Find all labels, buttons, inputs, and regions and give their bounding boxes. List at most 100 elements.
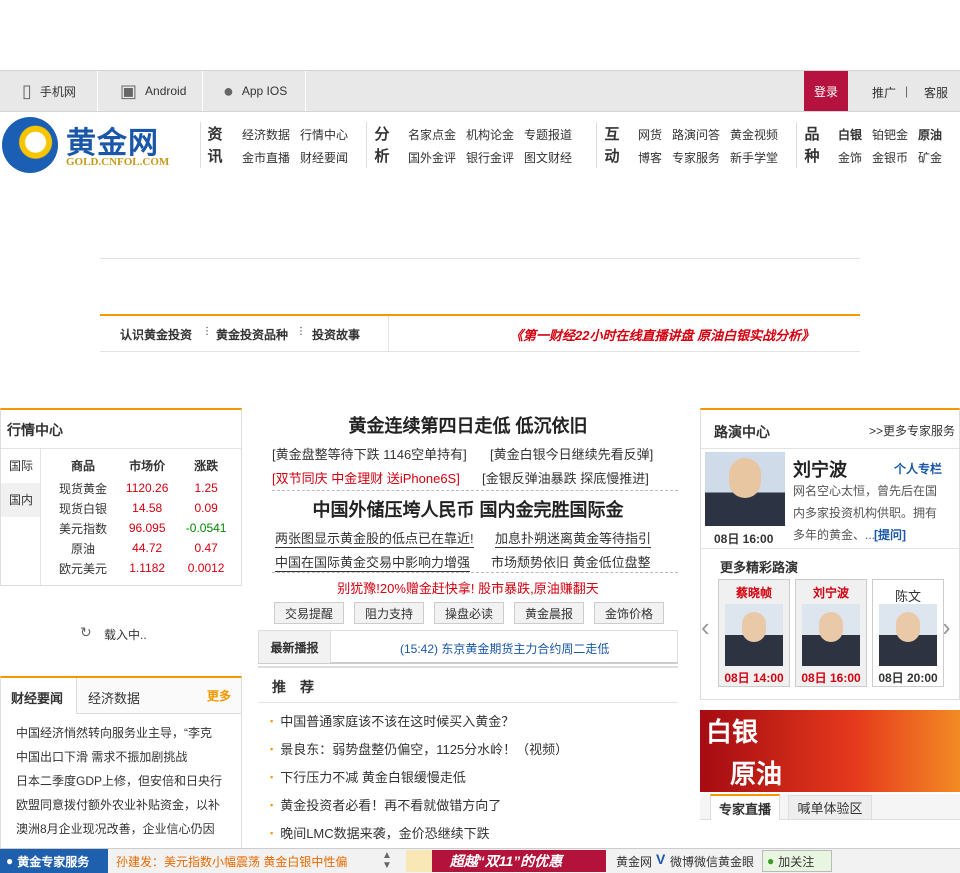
roadshow-card[interactable]: 陈文 08日 20:00 xyxy=(872,579,944,687)
news-link[interactable]: 加息扑朔迷离黄金等待指引 xyxy=(495,528,652,548)
tab-expert-live[interactable]: 专家直播 xyxy=(710,794,780,820)
recommend-item[interactable]: 晚间LMC数据来袭，金价恐继续下跌 xyxy=(270,823,489,842)
nav-link-crude[interactable]: 原油 xyxy=(918,126,942,143)
expert-photo[interactable] xyxy=(705,452,785,526)
ios-app-link[interactable]: ● App IOS xyxy=(203,71,306,111)
headline-secondary[interactable]: 中国外储压垮人民币 国内金完胜国际金 xyxy=(258,496,678,522)
card-time: 08日 20:00 xyxy=(878,671,938,685)
subnav-learn-gold[interactable]: 认识黄金投资 xyxy=(120,326,192,343)
trading-must-read-button[interactable]: 操盘必读 xyxy=(434,602,504,624)
resistance-support-button[interactable]: 阻力支持 xyxy=(354,602,424,624)
weibo-link[interactable]: 微博微信黄金眼 xyxy=(670,853,754,870)
nav-link-silver[interactable]: 白银 xyxy=(838,126,862,143)
login-button[interactable]: 登录 xyxy=(804,71,848,111)
news-link[interactable]: 两张图显示黄金股的低点已在靠近! xyxy=(275,528,474,548)
nav-link-expert-gold[interactable]: 名家点金 xyxy=(408,126,456,143)
headline-primary[interactable]: 黄金连续第四日走低 低沉依旧 xyxy=(258,412,678,438)
nav-link-mine-gold[interactable]: 矿金 xyxy=(918,149,942,166)
more-expert-link[interactable]: >>更多专家服务 xyxy=(869,422,955,439)
nav-link-econ-data[interactable]: 经济数据 xyxy=(242,126,290,143)
tab-finance-news[interactable]: 财经要闻 xyxy=(1,678,77,714)
expert-name[interactable]: 刘宁波 xyxy=(793,456,847,482)
promo-link[interactable]: 别犹豫!20%赠金赶快拿! 股市暴跌,原油赚翻天 xyxy=(258,578,678,597)
headline-sub-link[interactable]: [金银反弹油暴跌 探底慢推进] xyxy=(482,468,649,487)
nav-link-roadshow-qa[interactable]: 路演问答 xyxy=(672,126,720,143)
trade-alert-button[interactable]: 交易提醒 xyxy=(274,602,344,624)
silver-crude-banner[interactable]: 白银 原油 xyxy=(700,710,960,792)
news-item[interactable]: 澳洲8月企业现况改善，企业信心仍因 xyxy=(16,820,215,837)
news-item[interactable]: 欧盟同意拨付额外农业补贴资金，以补 xyxy=(16,796,220,813)
logo-icon[interactable] xyxy=(2,117,58,173)
promo-link[interactable]: 推广 xyxy=(872,84,896,101)
nav-link-foreign-review[interactable]: 国外金评 xyxy=(408,149,456,166)
nav-link-topics[interactable]: 专题报道 xyxy=(524,126,572,143)
banner-text-silver: 白银 xyxy=(706,718,759,747)
nav-link-gold-video[interactable]: 黄金视频 xyxy=(730,126,778,143)
customer-service-link[interactable]: 客服 xyxy=(924,84,948,101)
subnav-stories[interactable]: 投资故事 xyxy=(312,326,360,343)
nav-link-platinum[interactable]: 铂钯金 xyxy=(872,126,908,143)
news-link[interactable]: 中国在国际黄金交易中影响力增强 xyxy=(275,552,471,572)
expert-service-button[interactable]: ● 黄金专家服务 xyxy=(0,849,108,873)
jewelry-price-button[interactable]: 金饰价格 xyxy=(594,602,664,624)
headline-sub-link[interactable]: [黄金白银今日继续先看反弹] xyxy=(490,444,653,463)
personal-column-link[interactable]: 个人专栏 xyxy=(894,460,942,477)
nav-link-institution[interactable]: 机构论金 xyxy=(466,126,514,143)
table-row[interactable]: 现货黄金 1120.26 1.25 xyxy=(49,478,235,498)
follow-button[interactable]: ● 加关注 xyxy=(762,850,832,872)
nav-link-blog[interactable]: 博客 xyxy=(638,149,662,166)
table-row[interactable]: 欧元美元 1.1182 0.0012 xyxy=(49,558,235,578)
news-item[interactable]: 中国出口下滑 需求不振加剧挑战 xyxy=(16,748,187,765)
expert-intro: 内多家投资机构供职。拥有 xyxy=(793,506,938,520)
recommend-title: 推 荐 xyxy=(272,679,314,695)
mobile-site-link[interactable]: ▯ 手机网 xyxy=(0,71,98,111)
latest-news-link[interactable]: (15:42) 东京黄金期货主力合约周二走低 xyxy=(400,640,609,657)
headline-sub-link[interactable]: [黄金盘整等待下跌 1146空单持有] xyxy=(272,444,467,463)
recommend-item[interactable]: 黄金投资者必看！再不看就做错方向了 xyxy=(270,795,501,814)
nav-link-goods[interactable]: 网货 xyxy=(638,126,662,143)
ticker-scroll-icon[interactable]: ▲ ▼ xyxy=(382,851,392,871)
tab-international[interactable]: 国际 xyxy=(1,449,40,483)
commodity-change: 1.25 xyxy=(194,481,218,495)
nav-link-quotes[interactable]: 行情中心 xyxy=(300,126,348,143)
news-item[interactable]: 中国经济悄然转向服务业主导，“李克 xyxy=(16,724,212,741)
nav-link-jewelry[interactable]: 金饰 xyxy=(838,149,862,166)
ticker-text[interactable]: 孙建发：美元指数小幅震荡 黄金白银中性偏 xyxy=(116,853,352,870)
table-row[interactable]: 现货白银 14.58 0.09 xyxy=(49,498,235,518)
recommend-item[interactable]: 景良东：弱势盘整仍偏空，1125分水岭！（视频） xyxy=(270,739,568,758)
more-link[interactable]: 更多 xyxy=(207,687,231,704)
commodity-name: 现货白银 xyxy=(59,501,108,516)
tab-label: 财经要闻 xyxy=(11,691,64,706)
nav-link-beginner[interactable]: 新手学堂 xyxy=(730,149,778,166)
commodity-change: 0.0012 xyxy=(187,561,225,575)
promo-sub-link[interactable]: [双节同庆 中金理财 送iPhone6S] xyxy=(272,468,460,487)
card-expert-name: 陈文 xyxy=(894,589,921,604)
commodity-name: 现货黄金 xyxy=(59,481,108,496)
commodity-price: 1.1182 xyxy=(129,561,166,575)
android-app-link[interactable]: ▣ Android xyxy=(98,71,203,111)
tab-call-trial[interactable]: 喊单体验区 xyxy=(788,795,872,819)
roadshow-card[interactable]: 刘宁波 08日 16:00 xyxy=(795,579,867,687)
ask-link[interactable]: [提问] xyxy=(874,526,906,543)
nav-link-bank-review[interactable]: 银行金评 xyxy=(466,149,514,166)
subnav-gold-products[interactable]: 黄金投资品种 xyxy=(216,326,288,343)
nav-link-graphic-finance[interactable]: 图文财经 xyxy=(524,149,572,166)
news-item[interactable]: 日本二季度GDP上修，但安倍和日央行 xyxy=(16,772,222,789)
tab-domestic[interactable]: 国内 xyxy=(1,483,40,517)
table-row[interactable]: 美元指数 96.095 -0.0541 xyxy=(49,518,235,538)
chevron-left-icon[interactable]: ‹ xyxy=(701,612,710,643)
banner-text-crude: 原油 xyxy=(730,760,783,789)
table-row[interactable]: 原油 44.72 0.47 xyxy=(49,538,235,558)
nav-link-finance-news[interactable]: 财经要闻 xyxy=(300,149,348,166)
recommend-item[interactable]: 中国普通家庭该不该在这时候买入黄金？ xyxy=(270,711,514,730)
recommend-item[interactable]: 下行压力不减 黄金白银缓慢走低 xyxy=(270,767,466,786)
roadshow-card[interactable]: 蔡晓帧 08日 14:00 xyxy=(718,579,790,687)
nav-link-gold-live[interactable]: 金市直播 xyxy=(242,149,290,166)
promo-ad-banner[interactable]: 超越“双11”的优惠 xyxy=(406,850,606,872)
nav-link-expert-service[interactable]: 专家服务 xyxy=(672,149,720,166)
column-header: 涨跌 xyxy=(194,458,219,473)
gold-morning-button[interactable]: 黄金晨报 xyxy=(514,602,584,624)
news-link[interactable]: 市场颓势依旧 黄金低位盘整 xyxy=(491,552,651,571)
subnav-promo-link[interactable]: 《第一财经22小时在线直播讲盘 原油白银实战分析》 xyxy=(510,325,814,344)
nav-link-coins[interactable]: 金银币 xyxy=(872,149,908,166)
